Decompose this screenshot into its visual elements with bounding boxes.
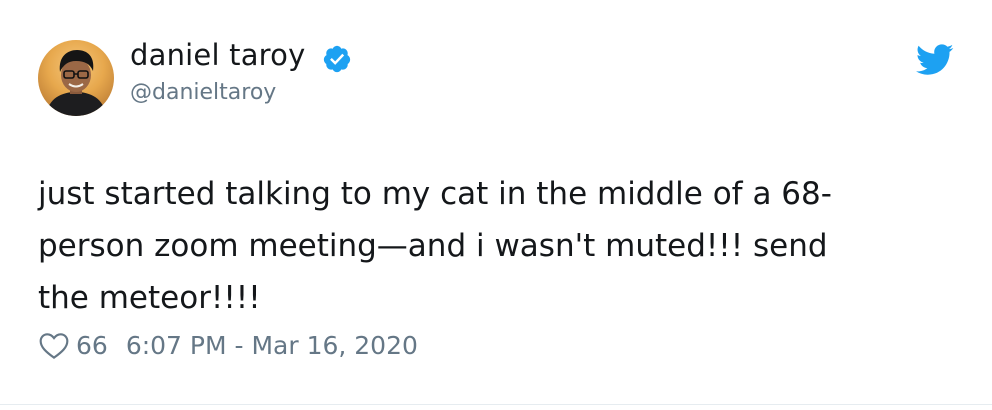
tweet-text: just started talking to my cat in the mi… bbox=[38, 176, 832, 316]
avatar[interactable] bbox=[38, 40, 114, 116]
timestamp[interactable]: 6:07 PM - Mar 16, 2020 bbox=[126, 331, 418, 360]
avatar-photo bbox=[46, 50, 106, 116]
tweet-meta: 66 6:07 PM - Mar 16, 2020 bbox=[38, 328, 418, 362]
twitter-bird-icon[interactable] bbox=[916, 44, 954, 76]
user-handle[interactable]: @danieltaroy bbox=[130, 80, 276, 105]
tweet-card: daniel taroy @danieltaroy just started t… bbox=[0, 0, 992, 405]
verified-badge-icon bbox=[323, 45, 351, 73]
heart-icon[interactable] bbox=[38, 330, 70, 360]
display-name[interactable]: daniel taroy bbox=[130, 38, 305, 72]
like-count: 66 bbox=[76, 330, 108, 360]
